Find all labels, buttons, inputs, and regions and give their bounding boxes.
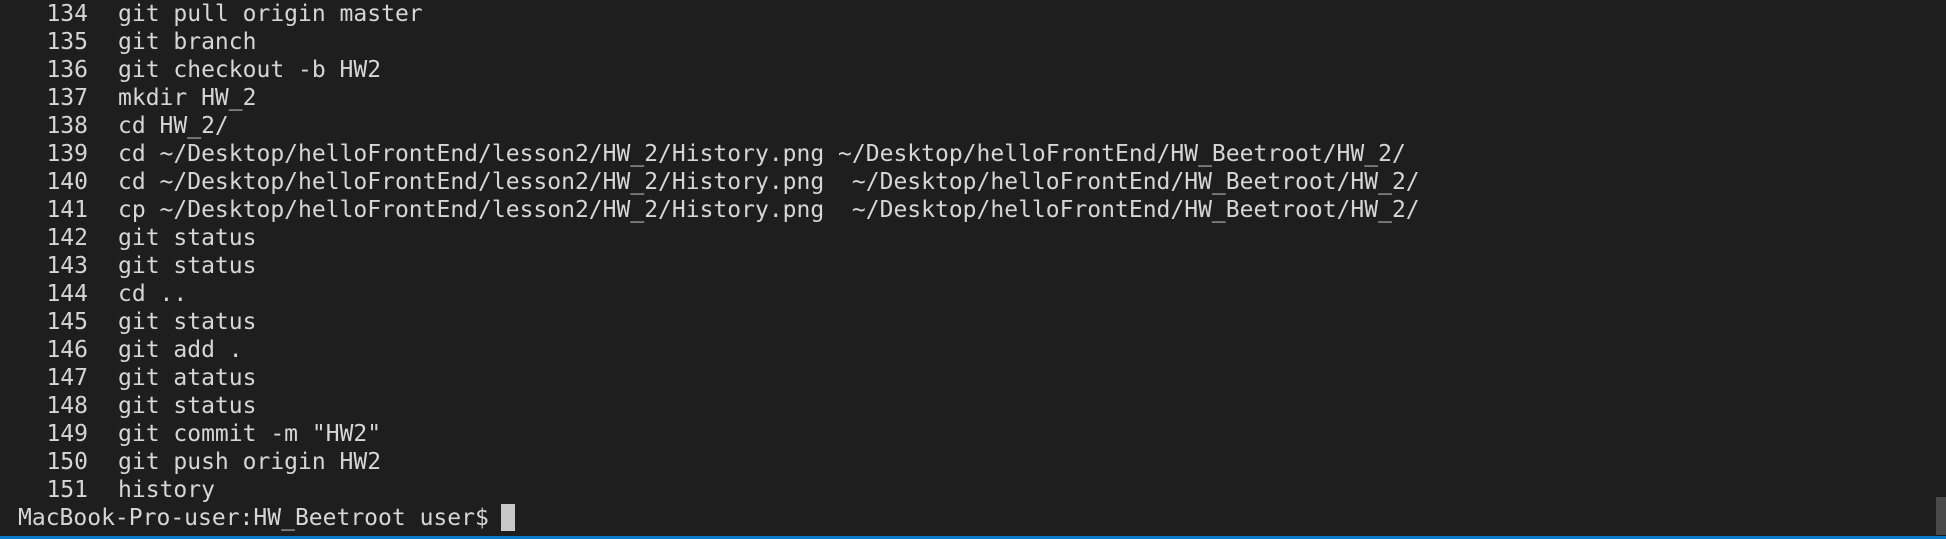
- history-command: git pull origin master: [118, 1, 423, 27]
- history-command: history: [118, 477, 215, 503]
- history-line: 136 git checkout -b HW2: [0, 56, 1930, 84]
- command-prompt[interactable]: MacBook-Pro-user:HW_Beetroot user$: [18, 504, 515, 532]
- history-line: 146 git add .: [0, 336, 1930, 364]
- history-number: 149: [46, 421, 88, 447]
- terminal-panel[interactable]: 134 git pull origin master 135 git branch …: [0, 0, 1946, 536]
- history-number: 145: [46, 309, 88, 335]
- history-number: 151: [46, 477, 88, 503]
- history-command: git status: [118, 393, 257, 419]
- history-number: 143: [46, 253, 88, 279]
- history-line: 149 git commit -m "HW2": [0, 420, 1930, 448]
- history-number: 141: [46, 197, 88, 223]
- history-line: 151 history: [0, 476, 1930, 504]
- history-command: cp ~/Desktop/helloFrontEnd/lesson2/HW_2/…: [118, 197, 1420, 223]
- scrollbar-thumb[interactable]: [1936, 497, 1946, 535]
- history-command: git add .: [118, 337, 243, 363]
- history-number: 150: [46, 449, 88, 475]
- history-number: 135: [46, 29, 88, 55]
- history-line: 134 git pull origin master: [0, 0, 1930, 28]
- history-line: 147 git atatus: [0, 364, 1930, 392]
- prompt-text: MacBook-Pro-user:HW_Beetroot user$: [18, 505, 489, 531]
- history-command: cd ..: [118, 281, 188, 307]
- history-number: 134: [46, 1, 88, 27]
- history-line: 150 git push origin HW2: [0, 448, 1930, 476]
- history-number: 147: [46, 365, 88, 391]
- history-line: 138 cd HW_2/: [0, 112, 1930, 140]
- history-command: git checkout -b HW2: [118, 57, 382, 83]
- history-number: 148: [46, 393, 88, 419]
- history-line: 139 cd ~/Desktop/helloFrontEnd/lesson2/HW…: [0, 140, 1930, 168]
- history-number: 142: [46, 225, 88, 251]
- history-command: git push origin HW2: [118, 449, 382, 475]
- history-command: cd HW_2/: [118, 113, 229, 139]
- history-line: 135 git branch: [0, 28, 1930, 56]
- history-number: 146: [46, 337, 88, 363]
- history-command: mkdir HW_2: [118, 85, 257, 111]
- history-line: 140 cd ~/Desktop/helloFrontEnd/lesson2/HW…: [0, 168, 1930, 196]
- history-number: 140: [46, 169, 88, 195]
- history-command: git atatus: [118, 365, 257, 391]
- history-number: 137: [46, 85, 88, 111]
- history-line: 142 git status: [0, 224, 1930, 252]
- history-line: 145 git status: [0, 308, 1930, 336]
- history-command: cd ~/Desktop/helloFrontEnd/lesson2/HW_2/…: [118, 141, 1406, 167]
- history-number: 138: [46, 113, 88, 139]
- history-command: cd ~/Desktop/helloFrontEnd/lesson2/HW_2/…: [118, 169, 1420, 195]
- history-line: 137 mkdir HW_2: [0, 84, 1930, 112]
- history-command: git branch: [118, 29, 257, 55]
- history-output: 134 git pull origin master 135 git branch …: [0, 0, 1930, 504]
- history-line: 143 git status: [0, 252, 1930, 280]
- history-line: 148 git status: [0, 392, 1930, 420]
- history-command: git status: [118, 309, 257, 335]
- history-line: 141 cp ~/Desktop/helloFrontEnd/lesson2/HW…: [0, 196, 1930, 224]
- history-number: 139: [46, 141, 88, 167]
- history-command: git commit -m "HW2": [118, 421, 382, 447]
- history-line: 144 cd ..: [0, 280, 1930, 308]
- history-command: git status: [118, 253, 257, 279]
- text-cursor[interactable]: [500, 504, 515, 531]
- history-number: 136: [46, 57, 88, 83]
- history-command: git status: [118, 225, 257, 251]
- history-number: 144: [46, 281, 88, 307]
